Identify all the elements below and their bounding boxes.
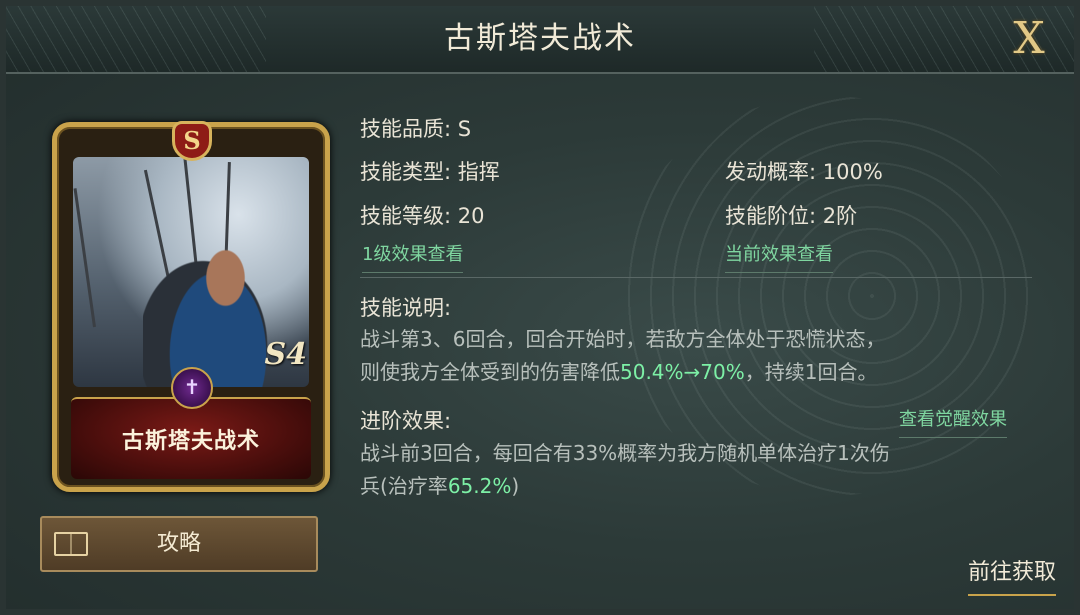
description-line-2: 则使我方全体受到的伤害降低50.4%→70%，持续1回合。	[360, 356, 1040, 389]
advance-line-2-prefix: 兵(治疗率	[360, 474, 448, 498]
description-heading: 技能说明:	[360, 296, 452, 320]
awaken-effect-link[interactable]: 查看觉醒效果	[899, 405, 1007, 438]
advance-line-2-suffix: )	[511, 474, 520, 498]
dialog-header: 古斯塔夫战术 X	[6, 6, 1074, 74]
skill-level: 技能等级: 20	[360, 204, 485, 228]
current-effect-link[interactable]: 当前效果查看	[725, 240, 833, 273]
description-line-2-suffix: ，持续1回合。	[744, 360, 878, 384]
skill-quality: 技能品质: S	[360, 117, 472, 141]
guide-button-label: 攻略	[156, 531, 201, 556]
advance-line-1: 战斗前3回合，每回合有33%概率为我方随机单体治疗1次伤	[360, 441, 890, 465]
card-name: 古斯塔夫战术	[121, 429, 260, 454]
dialog-title: 古斯塔夫战术	[444, 21, 636, 56]
rank-emblem: S4	[264, 337, 307, 372]
description-line-2-prefix: 则使我方全体受到的伤害降低	[360, 360, 620, 384]
description-line-1: 战斗第3、6回合，回合开始时，若敌方全体处于恐慌状态，	[360, 327, 886, 351]
skill-tier: 技能阶位: 2阶	[725, 204, 858, 228]
advance-line-2: 兵(治疗率65.2%)	[360, 470, 1040, 503]
section-divider	[360, 277, 1032, 278]
guide-button[interactable]: 攻略	[40, 516, 318, 572]
level1-effect-link[interactable]: 1级效果查看	[362, 240, 464, 273]
card-name-plate: 古斯塔夫战术	[71, 397, 311, 479]
skill-type: 技能类型: 指挥	[360, 160, 500, 184]
spear-shape	[73, 188, 96, 328]
advance-heading: 进阶效果:	[360, 409, 452, 433]
goto-acquire-button[interactable]: 前往获取	[967, 554, 1056, 596]
advance-text: 战斗前3回合，每回合有33%概率为我方随机单体治疗1次伤 兵(治疗率65.2%)	[360, 437, 1040, 503]
heal-rate-value: 65.2%	[447, 474, 512, 498]
description-text: 战斗第3、6回合，回合开始时，若敌方全体处于恐慌状态， 则使我方全体受到的伤害降…	[360, 323, 1040, 389]
quality-badge: S	[172, 121, 212, 161]
command-type-icon: ✝	[171, 367, 213, 409]
damage-reduction-value: 50.4%→70%	[620, 360, 745, 384]
close-button[interactable]: X	[1006, 16, 1052, 62]
trigger-rate: 发动概率: 100%	[725, 160, 883, 184]
skill-card: S S4 古斯塔夫战术 ✝	[52, 121, 330, 492]
